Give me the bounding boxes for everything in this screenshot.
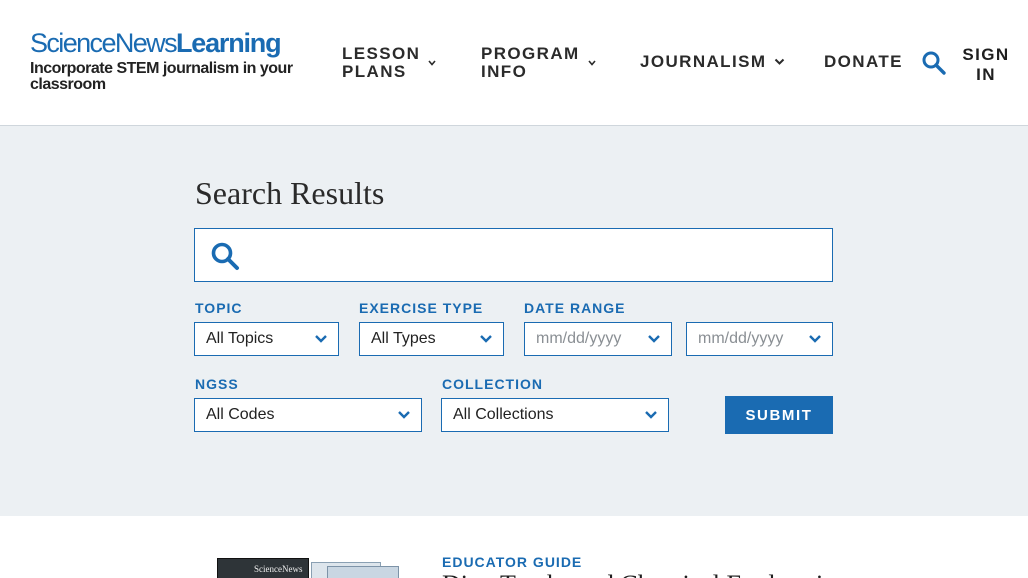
search-box (194, 228, 833, 282)
chevron-down-icon (809, 335, 821, 343)
topic-select-value: All Topics (206, 330, 274, 347)
chevron-down-icon (587, 60, 596, 66)
date-start-field[interactable]: mm/dd/yyyy (524, 322, 672, 356)
submit-button[interactable]: SUBMIT (725, 396, 833, 434)
search-icon[interactable] (920, 49, 948, 77)
ngss-label: NGSS (195, 376, 239, 392)
chevron-down-icon (645, 411, 657, 419)
result-title[interactable]: Dino Tracks and Chemical Exploration (442, 570, 849, 578)
topic-label: TOPIC (195, 300, 243, 316)
nav-donate-label: DONATE (824, 52, 903, 71)
chevron-down-icon (480, 335, 492, 343)
collection-select-value: All Collections (453, 406, 554, 423)
site-header: ScienceNewsLearning Incorporate STEM jou… (0, 0, 1028, 126)
logo-tagline: Incorporate STEM journalism in your clas… (30, 60, 293, 93)
nav-lesson-plans[interactable]: LESSON PLANS (342, 45, 436, 81)
nav-journalism-label: JOURNALISM (640, 52, 767, 71)
search-icon (211, 242, 239, 270)
search-panel: Search Results TOPIC EXERCISE TYPE DATE … (0, 126, 1028, 516)
nav-journalism[interactable]: JOURNALISM (640, 53, 785, 71)
chevron-down-icon (775, 58, 785, 65)
exercise-type-label: EXERCISE TYPE (359, 300, 484, 316)
search-input[interactable] (255, 237, 820, 273)
exercise-type-select[interactable]: All Types (359, 322, 504, 356)
page-title: Search Results (195, 175, 385, 211)
date-end-field[interactable]: mm/dd/yyyy (686, 322, 833, 356)
site-logo[interactable]: ScienceNewsLearning Incorporate STEM jou… (30, 28, 320, 93)
nav-program-info-label: PROGRAM INFO (481, 44, 580, 81)
chevron-down-icon (315, 335, 327, 343)
nav-program-info[interactable]: PROGRAM INFO (481, 45, 596, 81)
chevron-down-icon (428, 60, 436, 66)
nav-lesson-plans-label: LESSON PLANS (342, 44, 421, 81)
logo-primary: ScienceNews (30, 28, 178, 58)
sign-in-link[interactable]: SIGN IN (960, 45, 1012, 85)
results-list: ScienceNews EDUCATOR GUIDE Dino Tracks a… (0, 516, 1028, 578)
exercise-type-select-value: All Types (371, 330, 436, 347)
date-range-label: DATE RANGE (524, 300, 626, 316)
date-start-placeholder: mm/dd/yyyy (536, 330, 622, 347)
topic-select[interactable]: All Topics (194, 322, 339, 356)
chevron-down-icon (398, 411, 410, 419)
collection-label: COLLECTION (442, 376, 543, 392)
thumb-masthead: ScienceNews (254, 564, 303, 574)
ngss-select[interactable]: All Codes (194, 398, 422, 432)
result-thumbnail[interactable]: ScienceNews (217, 558, 402, 578)
nav-donate[interactable]: DONATE (824, 53, 903, 71)
collection-select[interactable]: All Collections (441, 398, 669, 432)
chevron-down-icon (648, 335, 660, 343)
logo-secondary: Learning (175, 28, 282, 58)
date-end-placeholder: mm/dd/yyyy (698, 330, 784, 347)
ngss-select-value: All Codes (206, 406, 275, 423)
result-type: EDUCATOR GUIDE (442, 554, 583, 570)
